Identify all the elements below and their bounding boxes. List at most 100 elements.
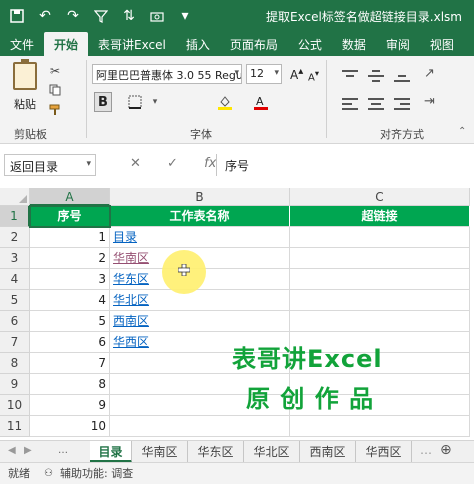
- tab-formulas[interactable]: 公式: [288, 32, 332, 56]
- add-sheet-icon[interactable]: ⊕: [440, 442, 452, 458]
- hyperlink-cell[interactable]: [290, 248, 470, 269]
- number-cell[interactable]: 10: [30, 416, 110, 437]
- hyperlink-cell[interactable]: [290, 290, 470, 311]
- name-box[interactable]: 返回目录 ▾: [4, 154, 96, 176]
- sheet-hyperlink[interactable]: 华东区: [113, 272, 149, 286]
- sheet-hyperlink[interactable]: 目录: [113, 230, 137, 244]
- hyperlink-cell[interactable]: [290, 269, 470, 290]
- tab-file[interactable]: 文件: [0, 32, 44, 56]
- accessibility-icon[interactable]: ⚇: [44, 463, 53, 484]
- row-header[interactable]: 11: [0, 416, 30, 437]
- hyperlink-cell[interactable]: [290, 416, 470, 437]
- column-header-c[interactable]: C: [290, 188, 470, 206]
- align-right-icon[interactable]: [392, 96, 412, 112]
- paste-button[interactable]: 粘贴: [8, 59, 42, 118]
- more-sheets-icon[interactable]: …: [58, 445, 68, 456]
- number-cell[interactable]: 6: [30, 332, 110, 353]
- tab-biaoge-excel[interactable]: 表哥讲Excel: [88, 32, 176, 56]
- status-accessibility[interactable]: 辅助功能: 调查: [60, 463, 133, 484]
- tab-home[interactable]: 开始: [44, 32, 89, 56]
- filter-icon[interactable]: [90, 5, 112, 27]
- align-center-icon[interactable]: [366, 96, 386, 112]
- header-cell-sheet-name[interactable]: 工作表名称: [110, 206, 290, 227]
- font-color-button[interactable]: A: [252, 92, 270, 112]
- row-header[interactable]: 9: [0, 374, 30, 395]
- align-top-icon[interactable]: [340, 68, 360, 84]
- sheet-name-cell[interactable]: [110, 416, 290, 437]
- column-header-b[interactable]: B: [110, 188, 290, 206]
- sheet-hyperlink[interactable]: 西南区: [113, 314, 149, 328]
- row-header[interactable]: 2: [0, 227, 30, 248]
- tab-data[interactable]: 数据: [332, 32, 376, 56]
- sheet-tab-catalog[interactable]: 目录: [90, 441, 132, 463]
- chevron-down-icon[interactable]: ▾: [146, 92, 164, 112]
- indent-icon[interactable]: ⇥: [424, 94, 435, 109]
- sheet-tab-east-china[interactable]: 华东区: [188, 441, 244, 463]
- format-painter-icon[interactable]: [48, 104, 62, 118]
- sheet-hyperlink[interactable]: 华南区: [113, 251, 149, 265]
- align-left-icon[interactable]: [340, 96, 360, 112]
- cancel-icon[interactable]: ✕: [130, 156, 141, 171]
- sort-icon[interactable]: ⇅: [118, 5, 140, 27]
- tab-page-layout[interactable]: 页面布局: [220, 32, 288, 56]
- sheet-tab-west-china[interactable]: 华西区: [356, 441, 412, 463]
- number-cell[interactable]: 5: [30, 311, 110, 332]
- fill-color-button[interactable]: [216, 92, 234, 112]
- decrease-font-button[interactable]: A▾: [308, 68, 319, 83]
- tab-insert[interactable]: 插入: [176, 32, 220, 56]
- header-cell-hyperlink[interactable]: 超链接: [290, 206, 470, 227]
- more-sheets-icon[interactable]: …: [420, 443, 432, 457]
- row-header[interactable]: 6: [0, 311, 30, 332]
- row-header[interactable]: 3: [0, 248, 30, 269]
- sheet-tab-south-china[interactable]: 华南区: [132, 441, 188, 463]
- number-cell[interactable]: 1: [30, 227, 110, 248]
- tab-view[interactable]: 视图: [420, 32, 464, 56]
- row-header[interactable]: 7: [0, 332, 30, 353]
- hyperlink-cell[interactable]: [290, 311, 470, 332]
- number-cell[interactable]: 9: [30, 395, 110, 416]
- number-cell[interactable]: 3: [30, 269, 110, 290]
- dropdown-icon[interactable]: ▾: [174, 5, 196, 27]
- bold-button[interactable]: B: [94, 92, 112, 112]
- camera-icon[interactable]: [146, 5, 168, 27]
- header-cell-number[interactable]: 序号: [30, 206, 110, 227]
- tab-review[interactable]: 审阅: [376, 32, 420, 56]
- font-name-select[interactable]: 阿里巴巴普惠体 3.0 55 Regu ▾: [92, 64, 242, 84]
- enter-icon[interactable]: ✓: [167, 156, 178, 171]
- sheet-tab-north-china[interactable]: 华北区: [244, 441, 300, 463]
- row-header[interactable]: 8: [0, 353, 30, 374]
- cut-icon[interactable]: ✂: [48, 64, 62, 78]
- sheet-name-cell[interactable]: 华北区: [110, 290, 290, 311]
- row-header[interactable]: 1: [0, 206, 30, 227]
- sheet-hyperlink[interactable]: 华北区: [113, 293, 149, 307]
- align-middle-icon[interactable]: [366, 68, 386, 84]
- undo-icon[interactable]: ↶: [34, 5, 56, 27]
- hyperlink-cell[interactable]: [290, 227, 470, 248]
- number-cell[interactable]: 7: [30, 353, 110, 374]
- select-all-corner[interactable]: [0, 188, 30, 206]
- row-header[interactable]: 5: [0, 290, 30, 311]
- redo-icon[interactable]: ↷: [62, 5, 84, 27]
- number-cell[interactable]: 8: [30, 374, 110, 395]
- font-size-select[interactable]: 12 ▾: [246, 64, 282, 84]
- next-sheet-icon[interactable]: ▶: [24, 445, 32, 456]
- sheet-name-cell[interactable]: 西南区: [110, 311, 290, 332]
- formula-input[interactable]: 序号: [216, 154, 474, 176]
- row-header[interactable]: 4: [0, 269, 30, 290]
- sheet-name-cell[interactable]: 目录: [110, 227, 290, 248]
- sheet-hyperlink[interactable]: 华西区: [113, 335, 149, 349]
- increase-font-button[interactable]: A▴: [290, 66, 303, 82]
- sheet-tab-southwest[interactable]: 西南区: [300, 441, 356, 463]
- collapse-ribbon-icon[interactable]: ⌃: [458, 126, 466, 137]
- text-direction-icon[interactable]: ↗: [424, 66, 435, 81]
- insert-function-icon[interactable]: fx: [204, 156, 216, 171]
- save-icon[interactable]: [6, 5, 28, 27]
- borders-button[interactable]: [126, 92, 144, 112]
- number-cell[interactable]: 2: [30, 248, 110, 269]
- number-cell[interactable]: 4: [30, 290, 110, 311]
- column-header-a[interactable]: A: [30, 188, 110, 206]
- row-header[interactable]: 10: [0, 395, 30, 416]
- align-bottom-icon[interactable]: [392, 68, 412, 84]
- prev-sheet-icon[interactable]: ◀: [8, 445, 16, 456]
- copy-icon[interactable]: [48, 84, 62, 98]
